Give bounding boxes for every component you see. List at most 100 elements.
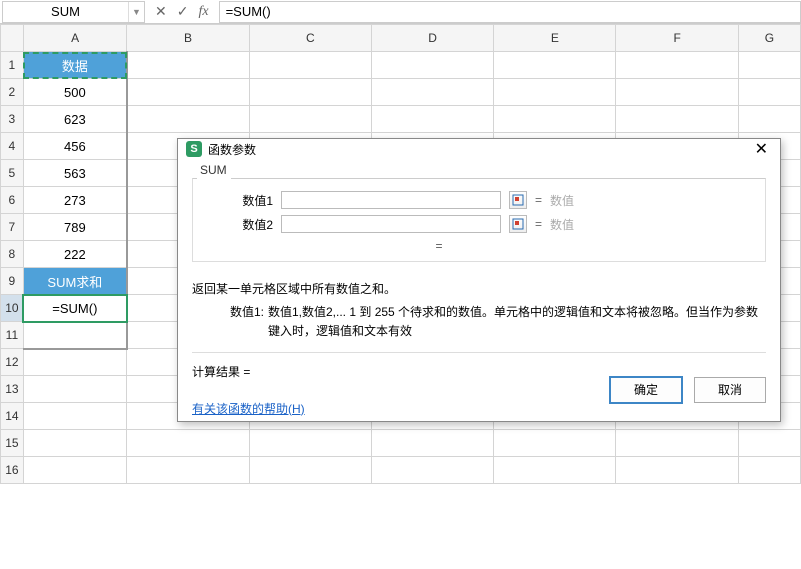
argument-input-1[interactable] [281, 191, 501, 209]
arguments-group: 数值1 = 数值 数值2 = 数值 = [192, 178, 766, 262]
formula-input[interactable]: =SUM() [219, 1, 801, 23]
cancel-icon[interactable]: ✕ [155, 3, 167, 20]
col-header-F[interactable]: F [616, 25, 738, 52]
row-header[interactable]: 3 [1, 106, 24, 133]
parameter-description: 数值1: 数值1,数值2,... 1 到 255 个待求和的数值。单元格中的逻辑… [192, 303, 766, 341]
row-header[interactable]: 7 [1, 214, 24, 241]
cell[interactable] [738, 106, 800, 133]
name-box[interactable]: SUM ▼ [2, 1, 145, 23]
function-name-label: SUM [200, 163, 766, 177]
cell[interactable] [616, 106, 738, 133]
cell[interactable] [371, 457, 493, 484]
col-header-B[interactable]: B [127, 25, 249, 52]
cell[interactable] [616, 430, 738, 457]
row-header[interactable]: 14 [1, 403, 24, 430]
argument-row: 数值1 = 数值 [213, 191, 745, 209]
cell-A3[interactable]: 623 [23, 106, 127, 133]
col-header-C[interactable]: C [249, 25, 371, 52]
confirm-icon[interactable]: ✓ [177, 3, 189, 20]
fx-icon[interactable]: fx [198, 4, 208, 20]
row-header[interactable]: 8 [1, 241, 24, 268]
cell[interactable] [738, 430, 800, 457]
cell[interactable] [371, 52, 493, 79]
cell[interactable] [738, 52, 800, 79]
range-select-icon[interactable] [509, 191, 527, 209]
cell[interactable] [494, 430, 616, 457]
argument-input-2[interactable] [281, 215, 501, 233]
cell-A2[interactable]: 500 [23, 79, 127, 106]
cell-A9[interactable]: SUM求和 [23, 268, 127, 295]
row-header[interactable]: 10 [1, 295, 24, 322]
cell[interactable] [494, 52, 616, 79]
dialog-footer: 计算结果 = 有关该函数的帮助(H) 确定 取消 [178, 353, 780, 429]
cell[interactable] [249, 52, 371, 79]
cell-A10[interactable]: =SUM() [23, 295, 127, 322]
cell-A6[interactable]: 273 [23, 187, 127, 214]
row-header[interactable]: 2 [1, 79, 24, 106]
help-link[interactable]: 有关该函数的帮助(H) [192, 400, 598, 417]
cell[interactable] [371, 79, 493, 106]
cell[interactable] [616, 79, 738, 106]
cell[interactable] [249, 430, 371, 457]
ok-button[interactable]: 确定 [610, 377, 682, 403]
row-header[interactable]: 15 [1, 430, 24, 457]
col-header-E[interactable]: E [494, 25, 616, 52]
calculation-result: 计算结果 = [192, 363, 598, 380]
name-box-dropdown-icon[interactable]: ▼ [128, 2, 144, 22]
col-header-G[interactable]: G [738, 25, 800, 52]
cell[interactable] [127, 79, 249, 106]
formula-bar: SUM ▼ ✕ ✓ fx =SUM() [0, 0, 801, 24]
cell-A5[interactable]: 563 [23, 160, 127, 187]
cell[interactable] [23, 349, 127, 376]
row-header[interactable]: 11 [1, 322, 24, 349]
cell[interactable] [127, 430, 249, 457]
row-header[interactable]: 4 [1, 133, 24, 160]
cell[interactable] [23, 376, 127, 403]
column-header-row: A B C D E F G [1, 25, 801, 52]
cell[interactable] [127, 457, 249, 484]
row-header[interactable]: 6 [1, 187, 24, 214]
row-header[interactable]: 1 [1, 52, 24, 79]
argument-label: 数值1 [213, 192, 273, 209]
cancel-button[interactable]: 取消 [694, 377, 766, 403]
cell[interactable] [616, 457, 738, 484]
cell[interactable] [371, 430, 493, 457]
row-header[interactable]: 16 [1, 457, 24, 484]
cell[interactable] [127, 52, 249, 79]
cell[interactable] [23, 403, 127, 430]
cell[interactable] [494, 79, 616, 106]
close-icon[interactable]: ✕ [751, 139, 772, 159]
cell-A8[interactable]: 222 [23, 241, 127, 268]
cell[interactable] [494, 457, 616, 484]
argument-label: 数值2 [213, 216, 273, 233]
cell-A1[interactable]: 数据 [23, 52, 127, 79]
row-header[interactable]: 9 [1, 268, 24, 295]
cell-A7[interactable]: 789 [23, 214, 127, 241]
cell[interactable] [23, 457, 127, 484]
cell[interactable] [249, 457, 371, 484]
row-header[interactable]: 13 [1, 376, 24, 403]
cell[interactable] [738, 457, 800, 484]
cell[interactable] [738, 79, 800, 106]
col-header-D[interactable]: D [371, 25, 493, 52]
cell[interactable] [494, 106, 616, 133]
dialog-titlebar[interactable]: S 函数参数 ✕ [178, 139, 780, 159]
cell-A4[interactable]: 456 [23, 133, 127, 160]
row-header[interactable]: 5 [1, 160, 24, 187]
select-all-corner[interactable] [1, 25, 24, 52]
cell[interactable] [23, 322, 127, 349]
formula-text: =SUM() [226, 4, 271, 19]
col-header-A[interactable]: A [23, 25, 127, 52]
cell[interactable] [249, 79, 371, 106]
cell[interactable] [249, 106, 371, 133]
dialog-title: 函数参数 [208, 141, 751, 158]
cell[interactable] [616, 52, 738, 79]
dialog-body: SUM 数值1 = 数值 数值2 = 数值 = 返回某一 [178, 159, 780, 342]
cell[interactable] [23, 430, 127, 457]
range-select-icon[interactable] [509, 215, 527, 233]
cell[interactable] [371, 106, 493, 133]
cell[interactable] [127, 106, 249, 133]
function-description: 返回某一单元格区域中所有数值之和。 [192, 280, 766, 299]
equals-sign: = [535, 193, 542, 207]
row-header[interactable]: 12 [1, 349, 24, 376]
